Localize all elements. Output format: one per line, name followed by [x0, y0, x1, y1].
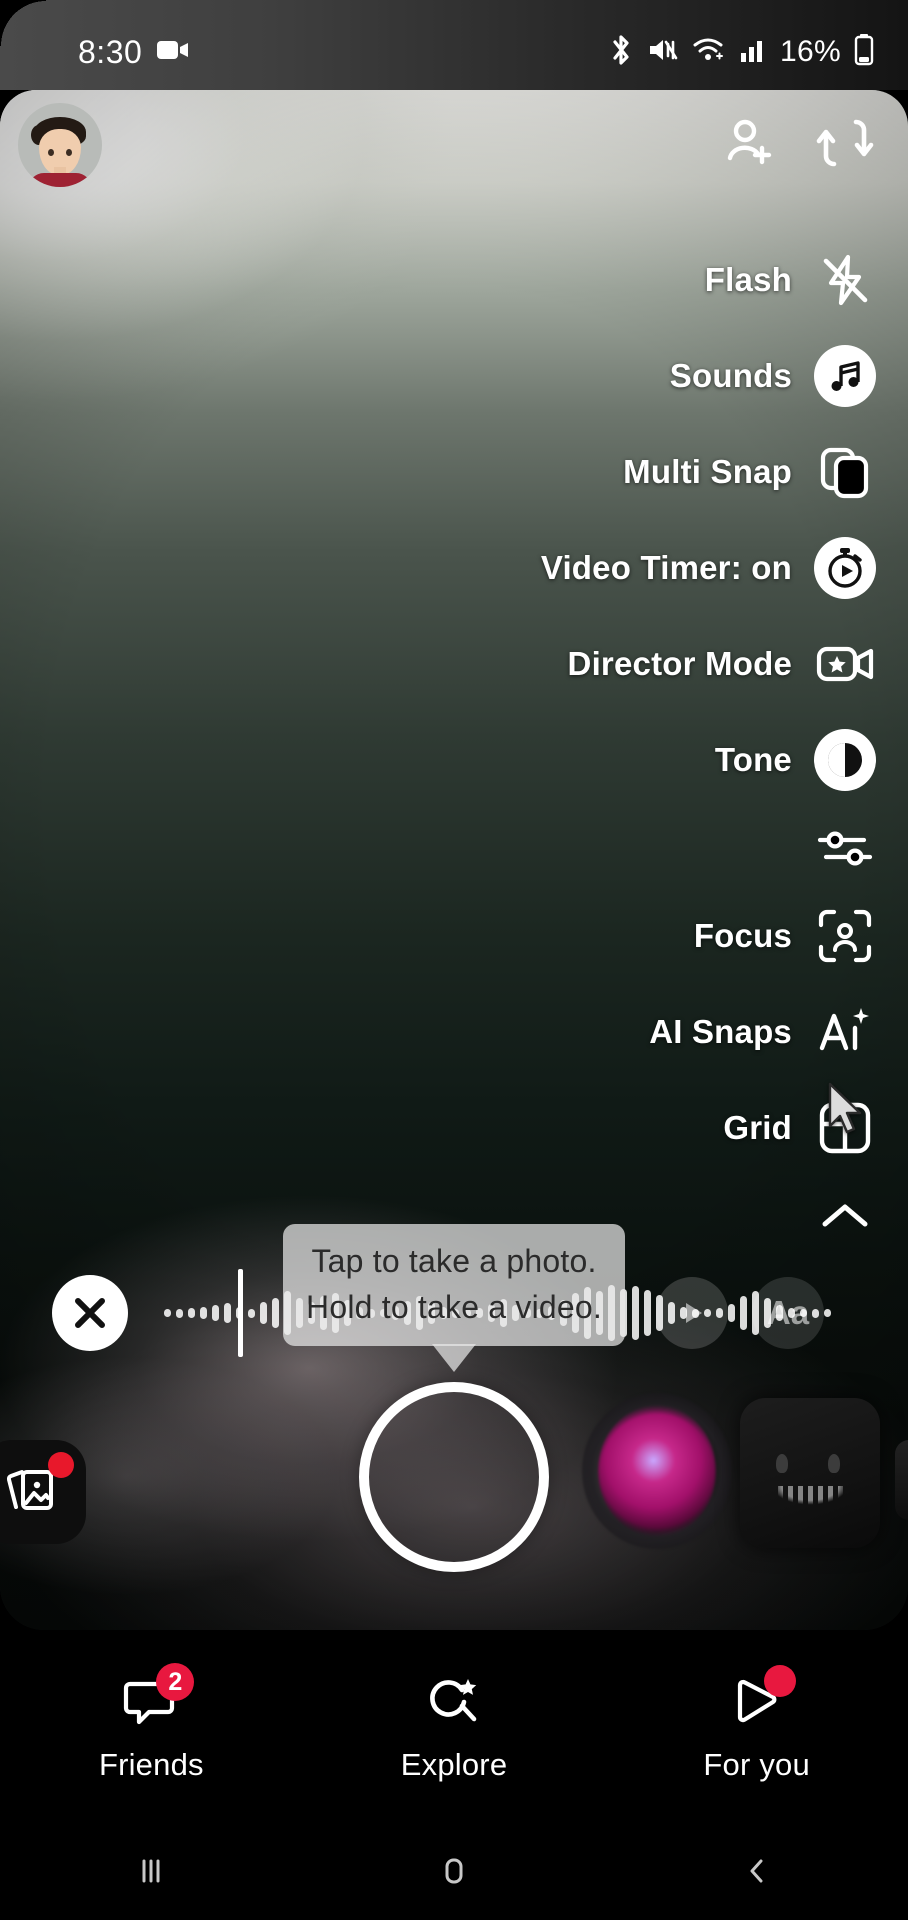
- memories-badge-dot: [48, 1452, 74, 1478]
- battery-percent: 16%: [780, 35, 841, 68]
- menu-item-focus[interactable]: Focus: [288, 888, 908, 984]
- close-button[interactable]: [52, 1275, 128, 1351]
- flash-off-icon[interactable]: [814, 249, 876, 311]
- status-bar: 8:30 16%: [0, 0, 908, 90]
- menu-label-focus: Focus: [693, 917, 792, 954]
- menu-label-director-mode: Director Mode: [567, 645, 792, 682]
- shutter-button[interactable]: [359, 1382, 549, 1572]
- explore-icon: [430, 1679, 477, 1722]
- bottom-navigation: 2 Friends Explore For you: [0, 1632, 908, 1822]
- screen-record-icon: [156, 37, 190, 68]
- multi-snap-icon[interactable]: [814, 441, 876, 503]
- status-time: 8:30: [78, 33, 143, 70]
- home-icon[interactable]: [303, 1851, 606, 1891]
- menu-label-multi-snap: Multi Snap: [623, 453, 792, 490]
- menu-item-video-timer[interactable]: Video Timer: on: [288, 520, 908, 616]
- avatar-eye-left: [48, 149, 54, 156]
- menu-item-adjust[interactable]: [288, 808, 908, 888]
- menu-item-grid[interactable]: Grid: [288, 1080, 908, 1176]
- menu-label-flash: Flash: [704, 261, 792, 298]
- nav-item-explore[interactable]: Explore: [303, 1671, 606, 1783]
- menu-label-tone: Tone: [714, 741, 792, 778]
- menu-item-sounds[interactable]: Sounds: [288, 328, 908, 424]
- android-navigation-bar: [0, 1822, 908, 1920]
- tone-contrast-icon: [814, 729, 876, 791]
- director-mode-icon[interactable]: [814, 633, 876, 695]
- lens-face-eye-left: [776, 1454, 788, 1473]
- flip-camera-icon[interactable]: [816, 114, 874, 177]
- grid-icon[interactable]: [814, 1097, 876, 1159]
- lens-thumbnail-face[interactable]: [740, 1398, 880, 1548]
- avatar[interactable]: [18, 103, 102, 187]
- stopwatch-icon: [814, 537, 876, 599]
- camera-options-menu: Flash Sounds Multi Snap Video Timer: on …: [288, 232, 908, 1256]
- nav-item-friends[interactable]: 2 Friends: [0, 1663, 303, 1783]
- snapchat-camera-screen: 8:30 16% Flash Sounds Multi Snap Video T…: [0, 0, 908, 1920]
- wifi-icon: [692, 36, 726, 69]
- add-friend-icon[interactable]: [720, 114, 778, 177]
- tone-icon-wrap[interactable]: [814, 729, 876, 791]
- avatar-eye-right: [66, 149, 72, 156]
- music-note-icon: [814, 345, 876, 407]
- menu-label-grid: Grid: [723, 1109, 792, 1146]
- lens-face-eye-right: [828, 1454, 840, 1473]
- focus-portrait-icon[interactable]: [814, 905, 876, 967]
- nav-label-explore: Explore: [400, 1747, 508, 1782]
- screen-corner-mask: [0, 0, 46, 46]
- camera-top-bar: [0, 95, 908, 195]
- status-bar-right: 16%: [608, 33, 874, 72]
- top-bar-actions: [720, 114, 874, 177]
- lens-thumbnail-orb[interactable]: [582, 1393, 732, 1549]
- for-you-icon-wrap: [722, 1665, 796, 1733]
- waveform-playhead[interactable]: [238, 1269, 243, 1357]
- bluetooth-icon: [608, 33, 634, 72]
- video-timer-icon-wrap[interactable]: [814, 537, 876, 599]
- nav-label-friends: Friends: [98, 1747, 204, 1782]
- tooltip-line-1: Tap to take a photo.: [311, 1243, 597, 1279]
- battery-icon: [854, 33, 874, 71]
- friends-badge: 2: [156, 1663, 195, 1701]
- menu-item-multi-snap[interactable]: Multi Snap: [288, 424, 908, 520]
- nav-item-for-you[interactable]: For you: [605, 1665, 908, 1783]
- sounds-icon-wrap[interactable]: [814, 345, 876, 407]
- menu-label-sounds: Sounds: [669, 357, 792, 394]
- explore-icon-wrap: [419, 1671, 489, 1733]
- mute-icon: [647, 34, 679, 71]
- cellular-signal-icon: [739, 36, 767, 69]
- recents-icon[interactable]: [0, 1851, 303, 1891]
- adjust-sliders-icon[interactable]: [814, 817, 876, 879]
- menu-label-video-timer: Video Timer: on: [540, 549, 792, 586]
- menu-label-ai-snaps: AI Snaps: [649, 1013, 792, 1050]
- menu-item-ai-snaps[interactable]: AI Snaps: [288, 984, 908, 1080]
- for-you-badge-dot: [763, 1665, 796, 1697]
- menu-item-tone[interactable]: Tone: [288, 712, 908, 808]
- capture-tooltip: Tap to take a photo. Hold to take a vide…: [283, 1224, 625, 1346]
- chevron-up-icon[interactable]: [814, 1185, 876, 1247]
- menu-item-flash[interactable]: Flash: [288, 232, 908, 328]
- ai-snaps-icon[interactable]: [814, 1001, 876, 1063]
- chat-icon-wrap: 2: [116, 1663, 195, 1733]
- avatar-body: [28, 173, 92, 187]
- tooltip-line-2: Hold to take a video.: [306, 1289, 602, 1325]
- nav-label-for-you: For you: [703, 1747, 810, 1782]
- back-icon[interactable]: [605, 1851, 908, 1891]
- status-bar-left: 8:30: [78, 34, 190, 71]
- menu-item-director-mode[interactable]: Director Mode: [288, 616, 908, 712]
- lens-face-teeth: [758, 1486, 862, 1512]
- lens-thumbnail-partial[interactable]: [895, 1440, 908, 1520]
- memories-button[interactable]: [0, 1440, 86, 1544]
